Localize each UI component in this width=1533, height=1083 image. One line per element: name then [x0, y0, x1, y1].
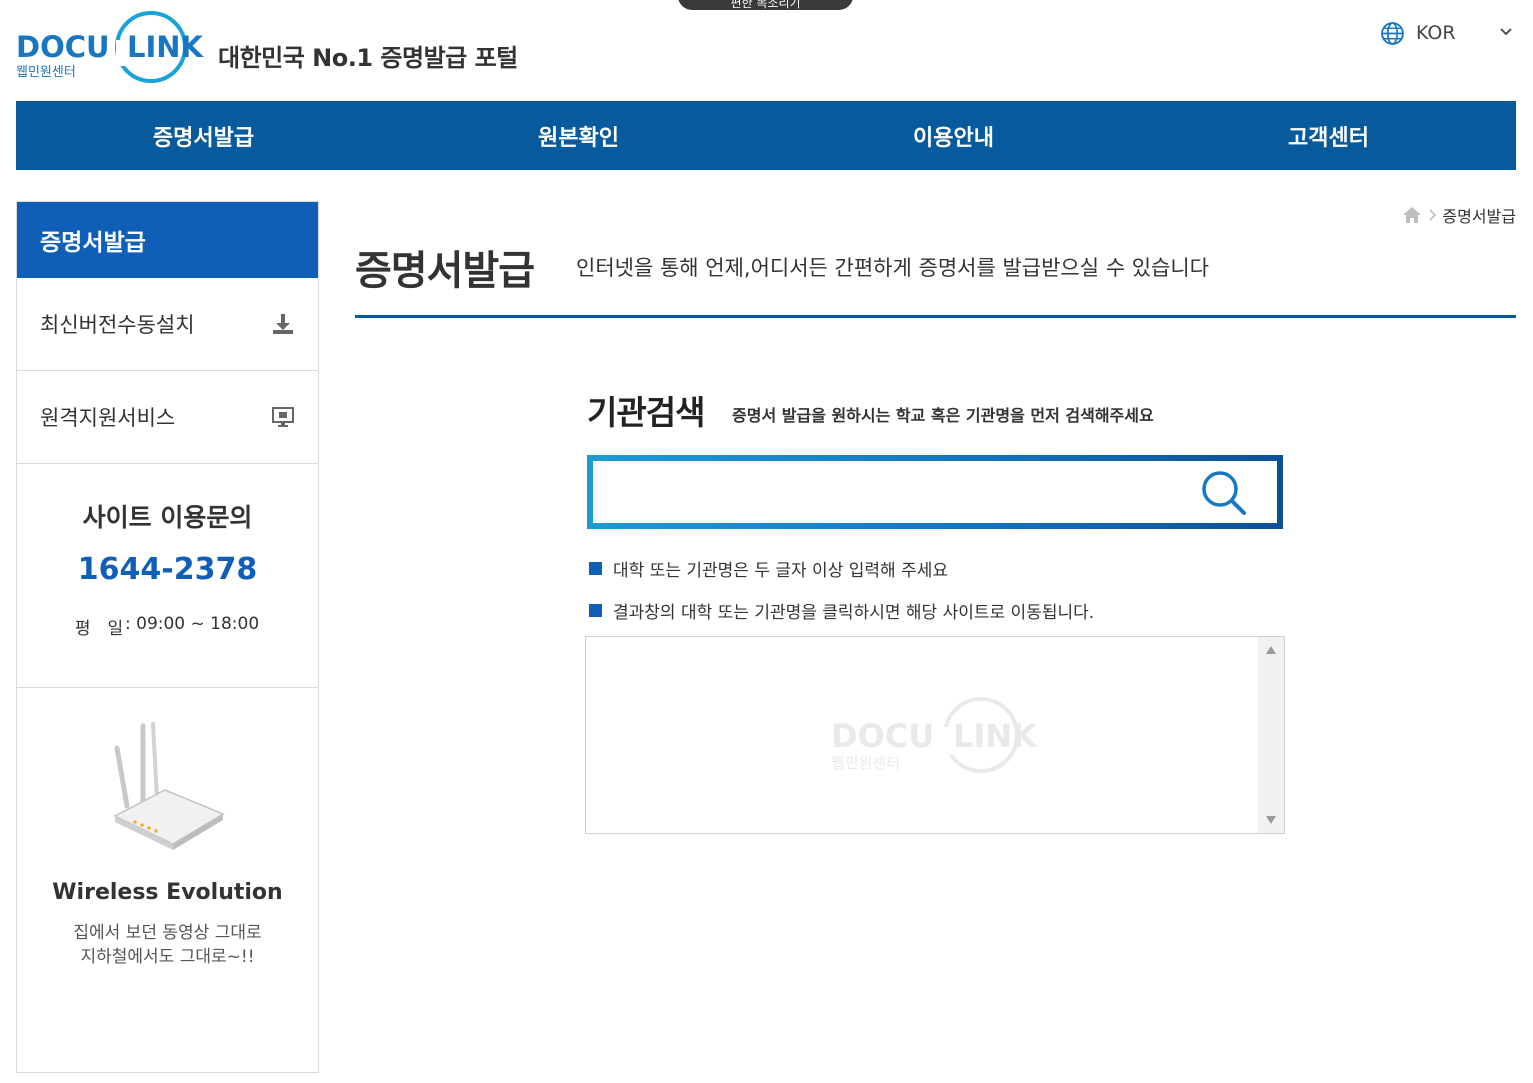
watermark-sub: 웹민원센터 — [831, 754, 900, 772]
breadcrumb: 증명서발급 — [1402, 203, 1516, 227]
square-bullet-icon — [589, 604, 602, 617]
sidebar-item-label: 원격지원서비스 — [40, 406, 176, 430]
main-navigation: 증명서발급 원본확인 이용안내 고객센터 — [16, 101, 1516, 170]
chevron-down-icon — [1500, 28, 1512, 36]
logo-brand-right: LINK — [127, 30, 205, 64]
home-icon[interactable] — [1402, 206, 1422, 224]
top-pill-label: 편한 목소리기 — [730, 0, 801, 10]
breadcrumb-current: 증명서발급 — [1442, 207, 1516, 226]
search-box — [587, 455, 1283, 529]
logo-brand-left: DOCU — [16, 30, 110, 64]
site-inquiry-panel: 사이트 이용문의 1644-2378 평 일 : 09:00 ~ 18:00 — [17, 464, 318, 688]
inquiry-hours-value: : 09:00 ~ 18:00 — [125, 614, 260, 634]
nav-item-guide[interactable]: 이용안내 — [766, 101, 1141, 170]
header-tagline: 대한민국 No.1 증명발급 포털 — [218, 44, 518, 72]
search-note-1: 대학 또는 기관명은 두 글자 이상 입력해 주세요 — [589, 556, 948, 581]
nav-item-customer-center[interactable]: 고객센터 — [1141, 101, 1516, 170]
square-bullet-icon — [589, 562, 602, 575]
watermark-brand-right: LINK — [953, 717, 1038, 755]
search-note-text: 대학 또는 기관명은 두 글자 이상 입력해 주세요 — [613, 561, 948, 581]
globe-icon — [1381, 21, 1404, 45]
banner-line-2: 지하철에서도 그대로~!! — [80, 947, 255, 967]
search-results-box[interactable]: DOCU LINK 웹민원센터 — [585, 636, 1285, 834]
download-icon — [273, 314, 293, 334]
page-title: 증명서발급 — [355, 248, 535, 294]
sidebar-item-label: 최신버전수동설치 — [40, 313, 195, 337]
inquiry-hours: 평 일 : 09:00 ~ 18:00 — [73, 614, 259, 639]
search-title: 기관검색 — [587, 393, 705, 432]
banner-title: Wireless Evolution — [52, 880, 283, 905]
scroll-down-arrow-icon[interactable] — [1265, 815, 1277, 825]
language-label: KOR — [1416, 22, 1456, 44]
nav-item-certificate[interactable]: 증명서발급 — [16, 101, 391, 170]
search-box-inner — [593, 461, 1277, 523]
inquiry-hours-label: 평 일 — [74, 619, 124, 639]
sidebar-title[interactable]: 증명서발급 — [17, 202, 318, 278]
title-divider — [355, 315, 1516, 318]
search-note-text: 결과창의 대학 또는 기관명을 클릭하시면 해당 사이트로 이동됩니다. — [613, 603, 1095, 623]
wireless-banner[interactable]: Wireless Evolution 집에서 보던 동영상 그대로 지하철에서도… — [17, 688, 318, 1072]
banner-line-1: 집에서 보던 동영상 그대로 — [73, 923, 262, 943]
inquiry-title: 사이트 이용문의 — [82, 503, 253, 532]
router-image — [113, 722, 225, 850]
page-description: 인터넷을 통해 언제,어디서든 간편하게 증명서를 발급받으실 수 있습니다 — [576, 256, 1209, 280]
search-subtitle: 증명서 발급을 원하시는 학교 혹은 기관명을 먼저 검색해주세요 — [732, 406, 1154, 425]
watermark-brand-left: DOCU — [831, 717, 934, 755]
logo-sub: 웹민원센터 — [16, 65, 76, 80]
sidebar-item-manual-install[interactable]: 최신버전수동설치 — [17, 278, 318, 371]
doculink-watermark-logo: DOCU LINK 웹민원센터 — [831, 697, 1038, 773]
doculink-logo[interactable]: DOCU LINK 웹민원센터 — [16, 10, 206, 86]
chevron-right-icon — [1429, 209, 1437, 221]
search-note-2: 결과창의 대학 또는 기관명을 클릭하시면 해당 사이트로 이동됩니다. — [589, 598, 1094, 623]
sidebar-item-remote-support[interactable]: 원격지원서비스 — [17, 371, 318, 464]
inquiry-phone: 1644-2378 — [77, 552, 258, 587]
top-toolbar-pill[interactable]: 편한 목소리기 — [678, 0, 853, 10]
results-scrollbar[interactable] — [1258, 637, 1284, 833]
sidebar: 증명서발급 최신버전수동설치 원격지원서비스 사이트 이용문의 1644-237… — [16, 201, 319, 1073]
institution-search-input[interactable] — [603, 469, 1183, 515]
nav-item-original-check[interactable]: 원본확인 — [391, 101, 766, 170]
search-icon[interactable] — [1199, 468, 1249, 518]
language-selector[interactable]: KOR — [1380, 18, 1515, 48]
scroll-up-arrow-icon[interactable] — [1265, 645, 1277, 655]
monitor-icon — [272, 407, 294, 427]
